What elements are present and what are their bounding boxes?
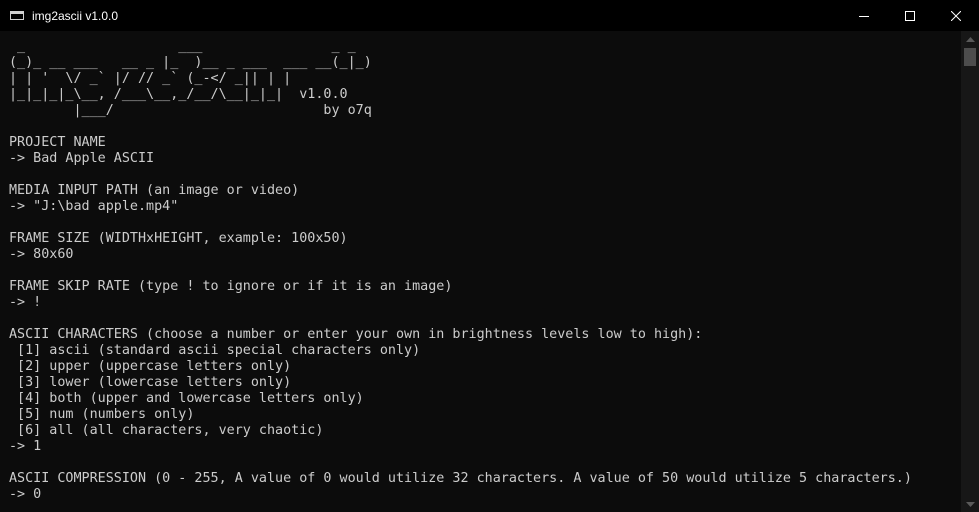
input-ascii-characters: -> 1 <box>9 439 42 454</box>
minimize-icon <box>859 15 869 17</box>
close-icon <box>951 10 961 21</box>
prompt-ascii-compression: ASCII COMPRESSION (0 - 255, A value of 0… <box>9 471 912 486</box>
option-upper: [2] upper (uppercase letters only) <box>9 359 292 374</box>
input-project-name: -> Bad Apple ASCII <box>9 151 155 166</box>
maximize-button[interactable] <box>887 0 933 31</box>
window-controls <box>841 0 979 31</box>
window-title: img2ascii v1.0.0 <box>32 8 119 23</box>
title-bar[interactable]: img2ascii v1.0.0 <box>0 0 979 31</box>
scroll-up-button[interactable] <box>961 31 979 47</box>
minimize-button[interactable] <box>841 0 887 31</box>
option-all: [6] all (all characters, very chaotic) <box>9 423 324 438</box>
input-frame-size: -> 80x60 <box>9 247 74 262</box>
console-output[interactable]: _ ___ _ _ (_)_ __ ___ __ _ |_ )__ _ ___ … <box>0 31 961 512</box>
scroll-down-arrow-icon <box>965 501 975 507</box>
console-app-icon <box>10 11 24 20</box>
input-media-input-path: -> "J:\bad apple.mp4" <box>9 199 179 214</box>
ascii-banner-line: |_|_|_|_\__, /___\__,_/__/\__|_|_| v1.0.… <box>9 87 348 102</box>
input-ascii-compression: -> 0 <box>9 487 42 502</box>
scroll-up-arrow-icon <box>965 36 975 42</box>
option-lower: [3] lower (lowercase letters only) <box>9 375 292 390</box>
close-button[interactable] <box>933 0 979 31</box>
scroll-down-button[interactable] <box>961 496 979 512</box>
input-frame-skip-rate: -> ! <box>9 295 42 310</box>
prompt-frame-size: FRAME SIZE (WIDTHxHEIGHT, example: 100x5… <box>9 231 348 246</box>
option-num: [5] num (numbers only) <box>9 407 195 422</box>
ascii-banner-line: | | ' \/ _` |/ // _` (_-</ _|| | | <box>9 71 292 86</box>
prompt-project-name: PROJECT NAME <box>9 135 106 150</box>
option-both: [4] both (upper and lowercase letters on… <box>9 391 364 406</box>
console-text: _ ___ _ _ (_)_ __ ___ __ _ |_ )__ _ ___ … <box>9 39 912 503</box>
scrollbar-thumb[interactable] <box>964 48 976 66</box>
prompt-media-input-path: MEDIA INPUT PATH (an image or video) <box>9 183 300 198</box>
prompt-frame-skip-rate: FRAME SKIP RATE (type ! to ignore or if … <box>9 279 453 294</box>
maximize-icon <box>905 10 915 21</box>
console-window: img2ascii v1.0.0 _ ___ _ _ (_)_ __ ___ _… <box>0 0 979 512</box>
ascii-banner-line: _ ___ _ _ <box>9 39 364 54</box>
ascii-banner-line: (_)_ __ ___ __ _ |_ )__ _ ___ ___ __(_|_… <box>9 55 372 70</box>
vertical-scrollbar[interactable] <box>961 31 979 512</box>
prompt-ascii-characters: ASCII CHARACTERS (choose a number or ent… <box>9 327 703 342</box>
option-ascii: [1] ascii (standard ascii special charac… <box>9 343 421 358</box>
ascii-banner-line: |___/ by o7q <box>9 103 372 118</box>
